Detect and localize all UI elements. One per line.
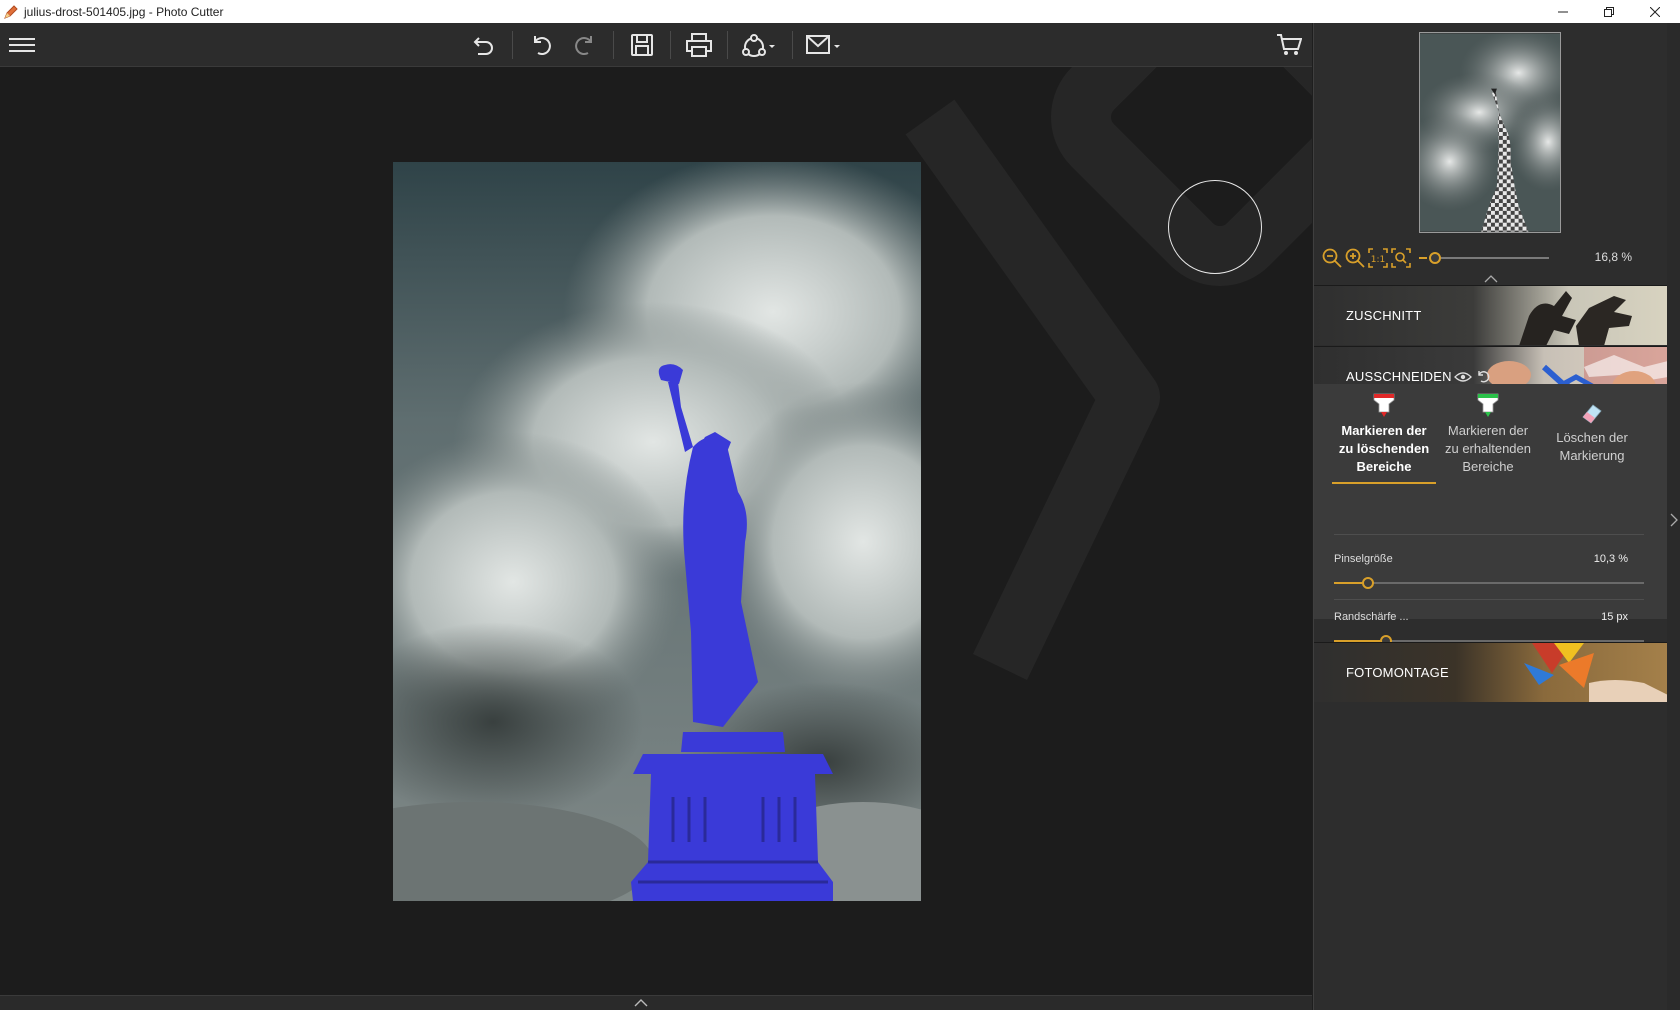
menu-button[interactable]	[5, 29, 39, 61]
minimize-button[interactable]	[1540, 0, 1586, 23]
restore-button[interactable]	[1586, 0, 1632, 23]
section-montage-label: FOTOMONTAGE	[1346, 665, 1449, 680]
photo-with-mask[interactable]	[393, 162, 921, 901]
zoom-controls: 1:1 16,8 %	[1314, 243, 1668, 273]
active-tool-underline	[1332, 482, 1436, 484]
close-icon	[1650, 6, 1660, 17]
tool-mark-keep-line1: Markieren der	[1447, 423, 1529, 438]
chevron-right-icon[interactable]	[1670, 513, 1678, 527]
eye-icon[interactable]	[1454, 371, 1472, 383]
close-button[interactable]	[1632, 0, 1678, 23]
tool-mark-delete[interactable]: Markieren der zu löschenden Bereiche	[1332, 392, 1436, 484]
zoom-out-icon[interactable]	[1321, 247, 1343, 269]
tool-mark-keep-line2: zu erhaltenden	[1444, 441, 1531, 456]
cart-icon	[1277, 34, 1302, 55]
undo-all-icon	[473, 37, 493, 55]
eraser-icon	[1582, 404, 1602, 424]
tool-mark-keep-line3: Bereiche	[1462, 459, 1514, 474]
brush-size-label: Pinselgröße	[1334, 553, 1393, 565]
navigator-thumbnail[interactable]	[1419, 32, 1561, 233]
cart-button[interactable]	[1272, 29, 1306, 61]
zoom-slider-knob[interactable]	[1429, 252, 1441, 264]
main-toolbar	[0, 23, 1312, 67]
undo-icon	[534, 36, 551, 55]
undo-all-button[interactable]	[467, 29, 501, 61]
share-icon	[742, 34, 775, 57]
share-button[interactable]	[738, 29, 782, 61]
minimize-icon	[1558, 11, 1568, 12]
tool-erase-line2: Markierung	[1559, 448, 1625, 463]
brush-cursor	[1168, 180, 1262, 274]
window-title: julius-drost-501405.jpg - Photo Cutter	[24, 4, 224, 19]
zoom-slider[interactable]	[1419, 252, 1549, 264]
app-pencil-icon	[4, 4, 18, 19]
tool-mark-delete-line1: Markieren der	[1341, 423, 1427, 438]
collapse-navigator-icon[interactable]	[1484, 275, 1498, 283]
tool-erase-marking[interactable]: Löschen der Markierung	[1540, 401, 1644, 465]
editor-canvas[interactable]	[0, 67, 1312, 995]
email-icon	[806, 35, 840, 54]
print-button[interactable]	[682, 29, 716, 61]
brush-size-fill	[1334, 582, 1362, 584]
restore-icon	[1604, 6, 1614, 17]
section-crop[interactable]: ZUSCHNITT	[1314, 285, 1668, 345]
divider	[1334, 534, 1644, 535]
section-cutout-label: AUSSCHNEIDEN	[1346, 369, 1452, 384]
green-marker-icon	[1477, 393, 1499, 417]
tool-erase-line1: Löschen der	[1556, 430, 1628, 445]
brush-size-value: 10,3 %	[1593, 553, 1628, 565]
svg-text:1:1: 1:1	[1371, 255, 1385, 265]
section-crop-label: ZUSCHNITT	[1346, 308, 1422, 323]
save-button[interactable]	[625, 29, 659, 61]
right-panel: 1:1 16,8 % ZUSCHNITT AUSSCHNEIDEN Markie…	[1313, 23, 1668, 1010]
zoom-in-icon[interactable]	[1344, 247, 1366, 269]
panel-collapse-strip[interactable]	[1667, 23, 1680, 1010]
fit-to-window-icon[interactable]	[1390, 247, 1412, 269]
edge-softness-label: Randschärfe ...	[1334, 611, 1409, 623]
zoom-value: 16,8 %	[1594, 250, 1632, 264]
reset-icon[interactable]	[1476, 369, 1490, 383]
bottom-bar	[0, 995, 1312, 1010]
tool-mark-keep[interactable]: Markieren der zu erhaltenden Bereiche	[1436, 392, 1540, 476]
cutout-panel: Markieren der zu löschenden Bereiche Mar…	[1314, 384, 1668, 647]
redo-button[interactable]	[568, 29, 602, 61]
brush-size-knob[interactable]	[1362, 577, 1374, 589]
brush-size-slider[interactable]	[1334, 577, 1644, 589]
save-icon	[631, 34, 653, 56]
edge-softness-value: 15 px	[1601, 611, 1628, 623]
tool-mark-delete-line2: zu löschenden	[1338, 441, 1430, 456]
actual-size-icon[interactable]: 1:1	[1367, 247, 1389, 269]
red-marker-icon	[1373, 393, 1395, 417]
chevron-up-icon[interactable]	[634, 999, 648, 1007]
print-icon	[686, 33, 712, 57]
email-button[interactable]	[803, 29, 847, 61]
title-bar: julius-drost-501405.jpg - Photo Cutter	[0, 0, 1680, 23]
redo-icon	[575, 36, 592, 55]
undo-button[interactable]	[524, 29, 558, 61]
menu-icon	[9, 38, 35, 52]
tool-mark-delete-line3: Bereiche	[1356, 459, 1412, 474]
section-montage[interactable]: FOTOMONTAGE	[1314, 642, 1668, 702]
divider	[1334, 599, 1644, 600]
